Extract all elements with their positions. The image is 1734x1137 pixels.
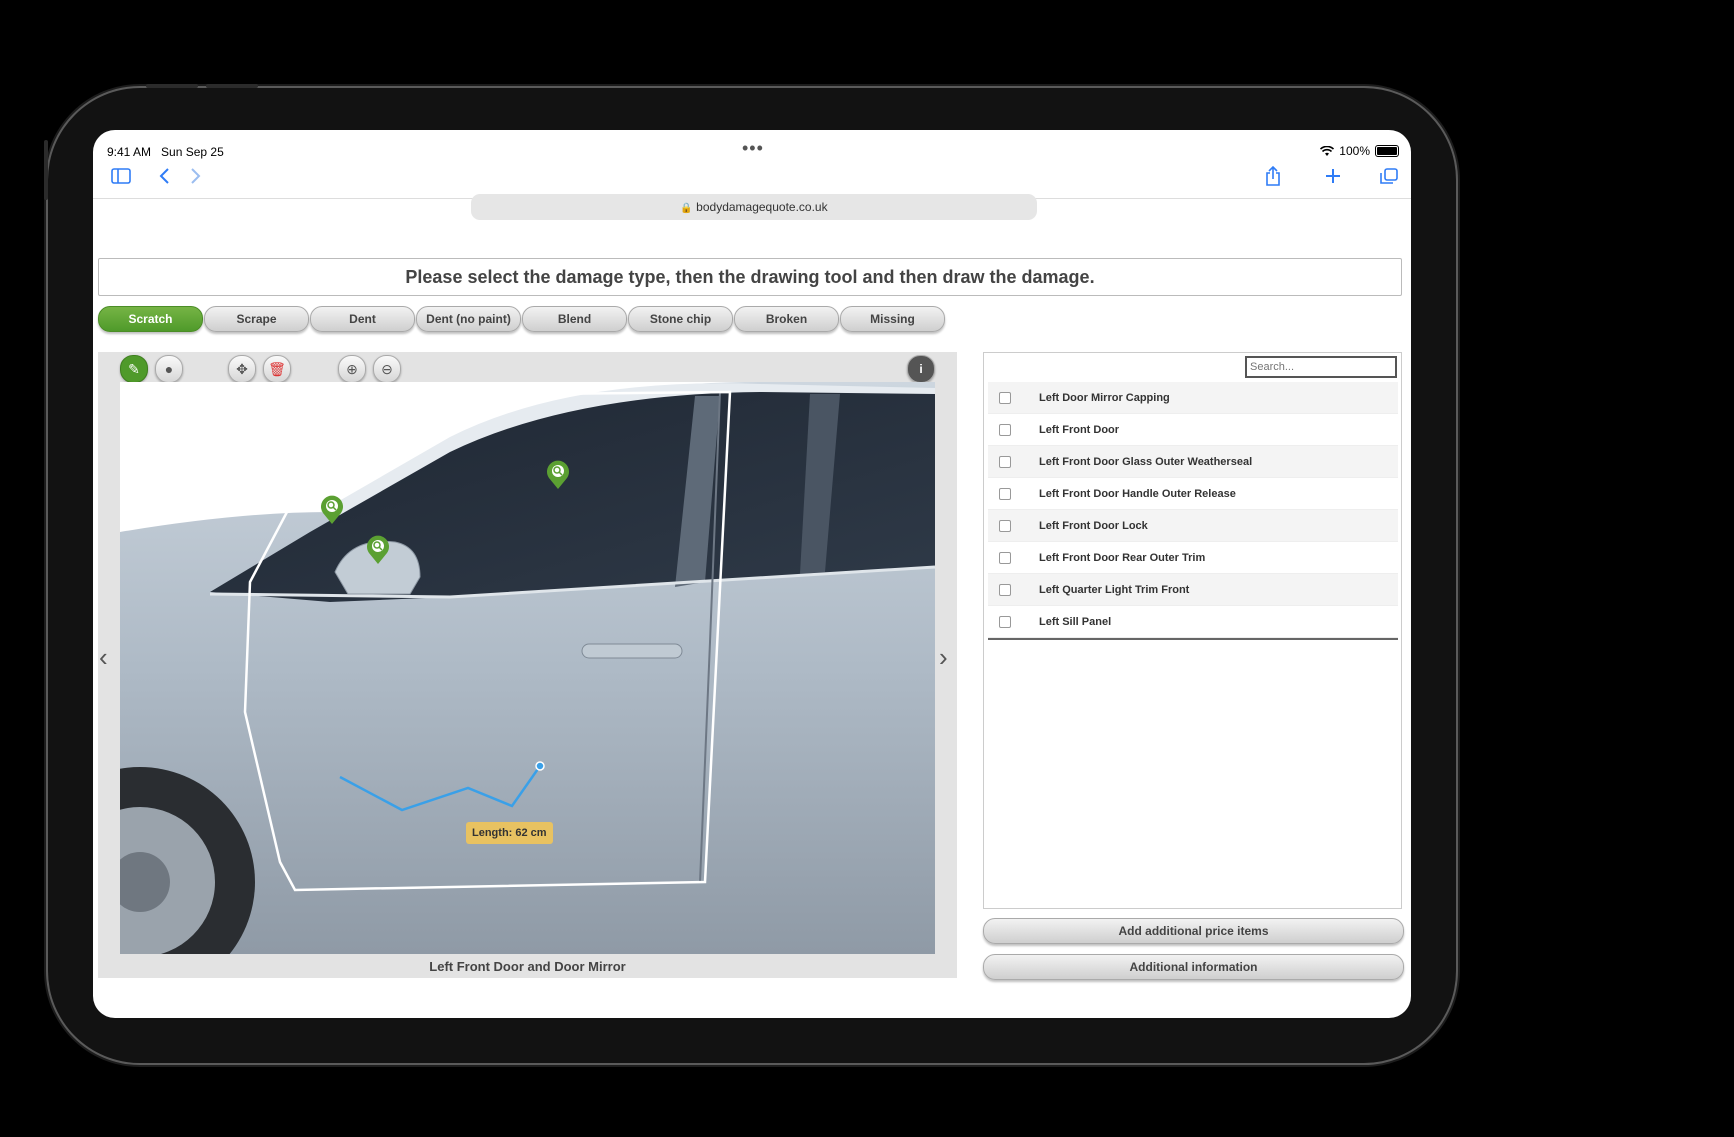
status-time: 9:41 AM Sun Sep 25 (107, 145, 224, 159)
list-item[interactable]: Left Sill Panel (988, 606, 1398, 638)
forward-icon[interactable] (189, 168, 201, 184)
view-caption: Left Front Door and Door Mirror (429, 959, 626, 974)
list-item[interactable]: Left Door Mirror Capping (988, 382, 1398, 414)
damage-type-bar: Scratch Scrape Dent Dent (no paint) Blen… (98, 306, 945, 332)
info-icon[interactable]: i (907, 355, 935, 383)
tabs-overview-icon[interactable] (1380, 168, 1398, 184)
list-item[interactable]: Left Front Door Glass Outer Weatherseal (988, 446, 1398, 478)
move-tool-icon[interactable]: ✥ (228, 355, 256, 383)
list-item-label: Left Front Door Rear Outer Trim (1039, 551, 1206, 564)
parts-panel: Left Door Mirror Capping Left Front Door… (983, 352, 1402, 909)
list-item-label: Left Front Door Glass Outer Weatherseal (1039, 455, 1253, 468)
checkbox[interactable] (999, 391, 1011, 404)
list-item[interactable]: Left Front Door Handle Outer Release (988, 478, 1398, 510)
top-button (206, 84, 258, 88)
top-button (146, 84, 198, 88)
list-item-label: Left Front Door Lock (1039, 519, 1148, 532)
sidebar-toggle-icon[interactable] (111, 168, 131, 184)
pencil-tool-icon[interactable]: ✎ (120, 355, 148, 383)
damage-type-scrape[interactable]: Scrape (204, 306, 309, 332)
damage-pin-icon[interactable] (363, 535, 393, 565)
checkbox[interactable] (999, 487, 1011, 500)
checkbox[interactable] (999, 455, 1011, 468)
battery-icon (1375, 145, 1399, 157)
url-bar[interactable]: 🔒 bodydamagequote.co.uk (471, 194, 1037, 220)
list-item[interactable]: Left Front Door Lock (988, 510, 1398, 542)
damage-type-broken[interactable]: Broken (734, 306, 839, 332)
damage-pin-icon[interactable] (543, 460, 573, 490)
damage-type-dent[interactable]: Dent (310, 306, 415, 332)
list-item-label: Left Front Door (1039, 423, 1120, 436)
checkbox[interactable] (999, 615, 1011, 628)
checkbox[interactable] (999, 551, 1011, 564)
list-item-label: Left Quarter Light Trim Front (1039, 583, 1190, 596)
screen: 9:41 AM Sun Sep 25 ••• 100% 🔒 bodydamage… (93, 130, 1411, 1018)
side-button (44, 140, 48, 200)
damage-type-stone-chip[interactable]: Stone chip (628, 306, 733, 332)
status-right: 100% (1320, 144, 1399, 158)
instruction-banner: Please select the damage type, then the … (98, 258, 1402, 296)
zoom-in-icon[interactable]: ⊕ (338, 355, 366, 383)
share-icon[interactable] (1265, 166, 1281, 186)
additional-information-button[interactable]: Additional information (983, 954, 1404, 980)
wifi-icon (1320, 145, 1335, 156)
status-bar: 9:41 AM Sun Sep 25 ••• 100% (93, 130, 1411, 159)
parts-list: Left Door Mirror Capping Left Front Door… (988, 382, 1398, 640)
list-item[interactable]: Left Front Door Rear Outer Trim (988, 542, 1398, 574)
image-viewer: ✎ ● ✥ 🗑 ⊕ ⊖ i Length: 62 cm ‹ › Left Fro… (98, 352, 957, 978)
damage-type-missing[interactable]: Missing (840, 306, 945, 332)
prev-view-arrow-icon[interactable]: ‹ (99, 642, 108, 673)
damage-type-blend[interactable]: Blend (522, 306, 627, 332)
multitask-dots[interactable]: ••• (742, 138, 764, 159)
car-photo[interactable]: Length: 62 cm (120, 382, 935, 954)
next-view-arrow-icon[interactable]: › (939, 642, 948, 673)
list-item[interactable]: Left Quarter Light Trim Front (988, 574, 1398, 606)
back-icon[interactable] (159, 168, 171, 184)
checkbox[interactable] (999, 519, 1011, 532)
lock-icon: 🔒 (680, 203, 693, 214)
car-drawing (120, 382, 935, 954)
list-item-label: Left Door Mirror Capping (1039, 391, 1170, 404)
damage-type-scratch[interactable]: Scratch (98, 306, 203, 332)
damage-type-dent-no-paint[interactable]: Dent (no paint) (416, 306, 521, 332)
checkbox[interactable] (999, 423, 1011, 436)
damage-pin-icon[interactable] (317, 495, 347, 525)
browser-toolbar: 🔒 bodydamagequote.co.uk (93, 160, 1411, 220)
battery-percent: 100% (1339, 144, 1370, 158)
search-input[interactable] (1245, 356, 1397, 378)
list-item-label: Left Sill Panel (1039, 615, 1112, 628)
length-label: Length: 62 cm (466, 822, 553, 844)
new-tab-icon[interactable] (1325, 168, 1341, 184)
zoom-out-icon[interactable]: ⊖ (373, 355, 401, 383)
checkbox[interactable] (999, 583, 1011, 596)
list-item[interactable]: Left Front Door (988, 414, 1398, 446)
delete-icon[interactable]: 🗑 (263, 355, 291, 383)
add-price-items-button[interactable]: Add additional price items (983, 918, 1404, 944)
url-text: bodydamagequote.co.uk (696, 200, 828, 214)
point-tool-icon[interactable]: ● (155, 355, 183, 383)
list-item-label: Left Front Door Handle Outer Release (1039, 487, 1236, 500)
drawing-toolbar: ✎ ● ✥ 🗑 ⊕ ⊖ i (120, 352, 935, 383)
